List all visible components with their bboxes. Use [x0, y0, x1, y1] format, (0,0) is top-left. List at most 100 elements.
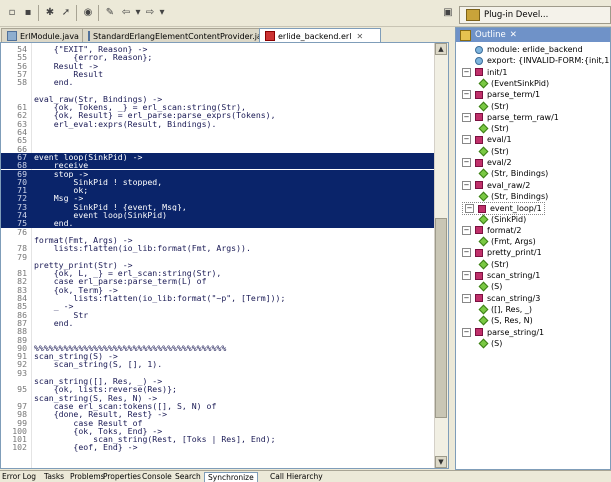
- java-file-icon: [7, 31, 17, 41]
- scrollbar-thumb[interactable]: [435, 218, 447, 418]
- outline-item-func[interactable]: − format/2: [462, 225, 521, 236]
- collapse-toggle-icon[interactable]: −: [462, 327, 471, 337]
- code-line[interactable]: 87 end.: [1, 317, 435, 328]
- outline-item-func[interactable]: − parse_term/1: [462, 89, 540, 100]
- code-line[interactable]: 65: [1, 136, 435, 145]
- new-icon[interactable]: ▫: [4, 5, 20, 20]
- func-icon: [478, 204, 486, 213]
- editor-tab-erlide-backend[interactable]: erlide_backend.erl ✕: [259, 28, 381, 43]
- outline-item-attr[interactable]: module: erlide_backend: [462, 44, 583, 55]
- open-perspective-icon[interactable]: ▣: [440, 5, 456, 20]
- outline-item-func[interactable]: − eval/1: [462, 134, 512, 145]
- collapse-toggle-icon[interactable]: −: [465, 204, 474, 214]
- outline-item-label: (Str): [491, 124, 509, 134]
- perspective-switcher[interactable]: Plug-in Devel...: [459, 6, 611, 24]
- line-number: 102: [12, 442, 27, 453]
- code-line[interactable]: 88: [1, 327, 435, 336]
- func-icon: [475, 328, 483, 336]
- close-icon[interactable]: ✕: [510, 30, 517, 40]
- outline-item-clause[interactable]: (Str): [478, 123, 509, 134]
- code-text: end.: [34, 317, 74, 328]
- code-line[interactable]: 92 scan_string(S, [], 1).: [1, 360, 435, 369]
- outline-item-clause[interactable]: (Str, Bindings): [478, 168, 549, 179]
- collapse-toggle-icon[interactable]: −: [462, 135, 471, 145]
- outline-item-clause[interactable]: (Str): [478, 259, 509, 270]
- clause-icon: [478, 315, 489, 326]
- line-number: 95: [17, 384, 27, 395]
- outline-item-func[interactable]: − parse_term_raw/1: [462, 112, 559, 123]
- collapse-toggle-icon[interactable]: −: [462, 112, 471, 122]
- code-line[interactable]: 78 lists:flatten(io_lib:format(Fmt, Args…: [1, 244, 435, 253]
- code-editor[interactable]: 54 {"EXIT", Reason} -> 55 {error, Reason}…: [0, 42, 449, 469]
- code-line[interactable]: 58 end.: [1, 78, 435, 87]
- collapse-toggle-icon[interactable]: −: [462, 225, 471, 235]
- editor-tab-label: erlide_backend.erl: [278, 31, 352, 41]
- collapse-toggle-icon[interactable]: −: [462, 271, 471, 280]
- run-icon[interactable]: ➚: [58, 5, 74, 20]
- outline-item-label: module: erlide_backend: [487, 45, 583, 54]
- outline-item-label: (Str, Bindings): [491, 169, 549, 179]
- outline-item-label: eval_raw/2: [487, 180, 531, 190]
- outline-item-label: (SinkPid): [491, 214, 527, 224]
- outline-item-clause[interactable]: ([], Res, _): [478, 304, 532, 315]
- outline-item-label: parse_string/1: [487, 327, 545, 337]
- attr-icon: [475, 56, 483, 65]
- editor-tab-erlmodule[interactable]: ErlModule.java: [1, 28, 91, 43]
- collapse-toggle-icon[interactable]: −: [462, 90, 471, 100]
- code-line[interactable]: 102 {eof, End} ->: [1, 442, 435, 453]
- close-icon[interactable]: ✕: [356, 32, 363, 41]
- func-icon: [475, 181, 483, 190]
- save-icon[interactable]: ▪: [20, 5, 36, 20]
- func-icon: [475, 113, 483, 122]
- collapse-toggle-icon[interactable]: −: [462, 293, 471, 303]
- scroll-up-icon[interactable]: ▲: [435, 43, 447, 55]
- outline-item-func[interactable]: − scan_string/1: [462, 270, 540, 281]
- collapse-toggle-icon[interactable]: −: [462, 248, 471, 258]
- outline-item-func[interactable]: − init/1: [462, 67, 507, 78]
- edit-icon[interactable]: ✎: [102, 5, 118, 20]
- bottom-tab[interactable]: Synchronize: [204, 472, 258, 482]
- outline-item-func[interactable]: − parse_string/1: [462, 327, 544, 338]
- outline-item-label: (Str): [491, 259, 509, 269]
- clause-icon: [478, 168, 489, 179]
- outline-item-func[interactable]: − scan_string/3: [462, 293, 540, 304]
- func-icon: [475, 90, 483, 99]
- outline-item-func[interactable]: − pretty_print/1: [462, 247, 542, 258]
- outline-item-clause[interactable]: (Str): [478, 101, 509, 112]
- clause-icon: [478, 236, 489, 247]
- outline-item-clause[interactable]: (S): [478, 281, 502, 292]
- outline-item-label: format/2: [487, 225, 522, 235]
- outline-item-clause[interactable]: (S): [478, 338, 502, 349]
- editor-tab-contentprovider[interactable]: StandardErlangElementContentProvider.jav…: [82, 28, 271, 43]
- outline-item-func[interactable]: − eval_raw/2: [462, 180, 530, 191]
- scroll-down-icon[interactable]: ▼: [435, 456, 447, 468]
- clause-icon: [478, 259, 489, 270]
- toolbar-separator: [98, 5, 99, 21]
- outline-item-label: (Str): [491, 101, 509, 111]
- outline-item-clause[interactable]: (EventSinkPid): [478, 78, 549, 89]
- clause-icon: [478, 146, 489, 157]
- outline-item-func[interactable]: − eval/2: [462, 157, 512, 168]
- outline-item-clause[interactable]: (Str, Bindings): [478, 191, 548, 202]
- erlang-file-icon: [265, 31, 275, 41]
- outline-item-clause[interactable]: (Str): [478, 146, 509, 157]
- toolbar-separator: [76, 5, 77, 21]
- outline-item-clause[interactable]: (Fmt, Args): [478, 236, 536, 247]
- code-line[interactable]: 75 end.: [1, 219, 435, 228]
- outline-item-attr[interactable]: export: {INVALID-FORM:{init,1}:-, II: [462, 55, 610, 66]
- code-line[interactable]: 63 erl_eval:exprs(Result, Bindings).: [1, 118, 435, 129]
- code-text: erl_eval:exprs(Result, Bindings).: [34, 118, 217, 129]
- debug-icon[interactable]: ✱: [42, 5, 58, 20]
- outline-item-clause[interactable]: (SinkPid): [478, 214, 527, 225]
- globe-icon[interactable]: ◉: [80, 5, 96, 20]
- chevron-down-icon[interactable]: ▾: [154, 5, 170, 20]
- collapse-toggle-icon[interactable]: −: [462, 180, 471, 190]
- outline-item-clause[interactable]: (S, Res, N): [478, 315, 533, 326]
- collapse-toggle-icon[interactable]: −: [462, 67, 471, 77]
- outline-tab[interactable]: Outline ✕: [456, 28, 610, 42]
- code-line[interactable]: 64: [1, 128, 435, 137]
- outline-item-label: eval/1: [487, 135, 512, 145]
- outline-item-label: (Fmt, Args): [491, 237, 536, 247]
- bottom-tab-label: Synchronize: [208, 473, 254, 482]
- collapse-toggle-icon[interactable]: −: [462, 158, 471, 167]
